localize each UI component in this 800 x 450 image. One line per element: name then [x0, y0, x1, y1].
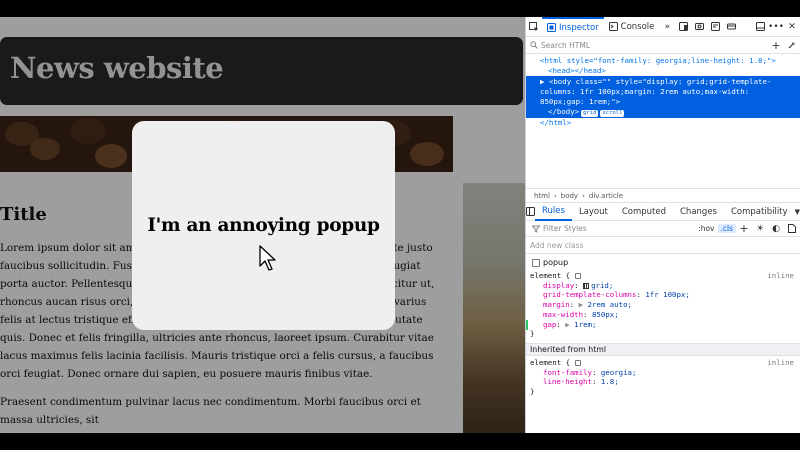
tab-inspector-label: Inspector — [559, 22, 599, 33]
popup-dialog[interactable]: I'm an annoying popup — [132, 121, 395, 330]
filter-styles-input[interactable]: Filter Styles — [540, 224, 695, 233]
screenshot-icon[interactable] — [691, 19, 707, 35]
filter-icon — [532, 225, 540, 233]
more-options-icon[interactable]: ••• — [768, 19, 784, 35]
css-rule-inherited: element { inline font-family: georgia; l… — [526, 356, 800, 399]
print-media-icon[interactable] — [784, 221, 800, 237]
html-search-row: Search HTML + — [526, 37, 800, 54]
css-property: font-family — [543, 367, 592, 377]
markup-line-html-close[interactable]: </html> — [526, 118, 800, 128]
hov-toggle[interactable]: :hov — [695, 224, 717, 233]
expand-triangle-icon[interactable]: ▶ — [579, 300, 588, 309]
breadcrumb-item[interactable]: html — [534, 192, 550, 200]
breadcrumb: html › body › div.article — [526, 189, 800, 203]
search-icon — [530, 41, 538, 49]
devtools-panel: Inspector Console » ••• ✕ Search HTML + … — [525, 17, 800, 433]
popup-class-label: popup — [543, 258, 569, 267]
popup-class-checkbox[interactable] — [532, 258, 540, 267]
css-declaration[interactable]: max-width: 850px; — [530, 310, 794, 320]
rule-selector[interactable]: element { — [530, 358, 570, 367]
css-property: grid-template-columns — [543, 290, 637, 300]
markup-line-body-selected[interactable]: ▶ <body class="" style="display: grid;gr… — [526, 76, 800, 118]
add-node-icon[interactable]: + — [768, 37, 784, 53]
rule-toggle-checkbox[interactable] — [574, 359, 581, 366]
css-value: 1fr 100px; — [645, 290, 690, 300]
light-mode-icon[interactable]: ☀ — [752, 221, 768, 237]
tab-inspector[interactable]: Inspector — [542, 17, 604, 37]
inspector-icon — [547, 23, 556, 32]
rule-close: } — [530, 387, 535, 397]
rule-source: inline — [767, 271, 794, 280]
html-search-input[interactable]: Search HTML — [538, 41, 768, 50]
css-value: grid; — [591, 280, 614, 290]
rulers-icon[interactable] — [707, 19, 723, 35]
devtools-toolbar: Inspector Console » ••• ✕ — [526, 17, 800, 37]
dock-icon[interactable] — [752, 19, 768, 35]
css-property: display — [543, 280, 575, 290]
inherited-header: Inherited from html — [526, 342, 800, 356]
add-class-input[interactable]: Add new class — [526, 237, 800, 254]
css-declaration[interactable]: grid-template-columns: 1fr 100px; — [530, 290, 794, 300]
tab-compatibility[interactable]: Compatibility — [724, 203, 795, 221]
css-declaration[interactable]: line-height: 1.8; — [530, 377, 794, 387]
eyedropper-icon[interactable] — [784, 37, 800, 53]
markup-line-html[interactable]: <html style="font-family: georgia;line-h… — [526, 56, 800, 66]
css-declaration[interactable]: gap: ▶ 1rem; — [526, 319, 794, 330]
css-declaration[interactable]: margin: ▶ 2rem auto; — [530, 300, 794, 310]
css-declaration[interactable]: font-family: georgia; — [530, 368, 794, 378]
toggle-sidebar-icon[interactable] — [526, 204, 535, 220]
close-icon[interactable]: ✕ — [784, 19, 800, 35]
expand-triangle-icon[interactable]: ▶ — [565, 320, 574, 329]
tab-changes[interactable]: Changes — [673, 203, 724, 221]
css-rule-element: element { inline display: grid; grid-tem… — [526, 271, 800, 341]
chevron-down-icon[interactable]: ▼ — [795, 204, 800, 220]
breadcrumb-separator: › — [553, 191, 557, 200]
more-tabs-chevron-icon[interactable]: » — [659, 19, 675, 35]
markup-body-tag: <body class="" style="display: grid;grid… — [540, 77, 772, 106]
tab-console[interactable]: Console — [604, 17, 660, 37]
css-property: margin — [543, 300, 570, 310]
css-value: 1.8; — [600, 377, 619, 387]
markup-body-close: </body> — [548, 107, 580, 116]
markup-view: <html style="font-family: georgia;line-h… — [526, 54, 800, 189]
element-picker-icon[interactable] — [526, 19, 542, 35]
rules-tab-bar: Rules Layout Computed Changes Compatibil… — [526, 203, 800, 221]
css-property: line-height — [543, 377, 592, 387]
popup-text: I'm an annoying popup — [147, 215, 380, 236]
filter-styles-row: Filter Styles :hov .cls + ☀ ◐ — [526, 221, 800, 237]
rule-toggle-checkbox[interactable] — [574, 273, 581, 279]
rule-close: } — [530, 329, 535, 339]
css-value: georgia; — [600, 367, 637, 377]
markup-line-head[interactable]: <head></head> — [526, 66, 800, 76]
grid-overlay-icon[interactable] — [583, 282, 590, 289]
responsive-design-icon[interactable] — [675, 19, 691, 35]
scroll-badge[interactable]: scroll — [600, 110, 625, 117]
cls-toggle[interactable]: .cls — [717, 224, 736, 233]
breadcrumb-item[interactable]: body — [561, 192, 578, 200]
tab-rules[interactable]: Rules — [535, 203, 572, 221]
browser-viewport: News website Title Lorem ipsum dolor sit… — [0, 17, 525, 433]
tab-computed[interactable]: Computed — [615, 203, 673, 221]
dark-mode-icon[interactable]: ◐ — [768, 221, 784, 237]
measure-icon[interactable] — [723, 19, 739, 35]
grid-badge[interactable]: grid — [581, 110, 599, 117]
breadcrumb-separator: › — [582, 191, 585, 200]
css-property: max-width — [543, 309, 584, 319]
rule-source: inline — [767, 357, 794, 367]
add-rule-icon[interactable]: + — [736, 221, 752, 237]
css-property: gap — [543, 319, 557, 329]
css-declaration[interactable]: display: grid; — [530, 281, 794, 291]
mouse-pointer-icon — [259, 245, 276, 271]
rule-selector[interactable]: element { — [530, 271, 570, 280]
console-icon — [608, 22, 618, 31]
css-value: 2rem auto; — [587, 300, 633, 310]
breadcrumb-item[interactable]: div.article — [589, 192, 623, 200]
class-toggle-popup[interactable]: popup — [526, 254, 800, 271]
tab-console-label: Console — [620, 21, 655, 32]
css-value: 1rem; — [574, 319, 597, 329]
css-value: 850px; — [591, 309, 619, 319]
tab-layout[interactable]: Layout — [572, 203, 615, 221]
